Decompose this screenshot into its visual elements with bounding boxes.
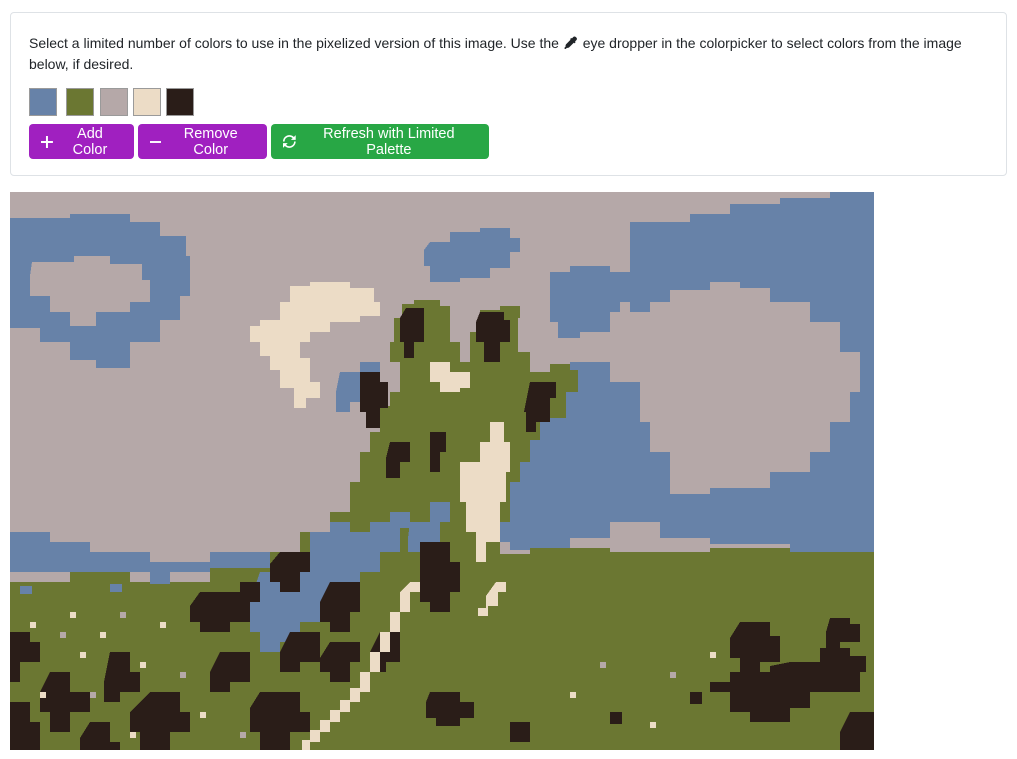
instructions-text-part1: Select a limited number of colors to use… [29, 35, 559, 51]
swatch-dark-brown[interactable] [166, 88, 194, 116]
minus-icon [150, 140, 162, 143]
swatch-slate-blue[interactable] [29, 88, 57, 116]
pixelized-image[interactable] [10, 192, 874, 750]
refresh-palette-button[interactable]: Refresh with Limited Palette [271, 124, 489, 159]
instructions-text: Select a limited number of colors to use… [29, 33, 999, 75]
plus-icon [41, 135, 53, 148]
palette-panel: Select a limited number of colors to use… [10, 12, 1007, 176]
remove-color-label: Remove Color [183, 125, 238, 158]
swatch-cream[interactable] [133, 88, 161, 116]
refresh-icon [283, 135, 296, 148]
remove-color-button[interactable]: Remove Color [138, 124, 267, 159]
refresh-palette-label: Refresh with Limited Palette [323, 125, 455, 158]
swatch-mauve-gray[interactable] [100, 88, 128, 116]
add-color-label: Add Color [72, 125, 108, 158]
eyedropper-icon [564, 36, 577, 49]
giraffe-pixel-art [10, 192, 874, 750]
add-color-button[interactable]: Add Color [29, 124, 134, 159]
swatch-olive-green[interactable] [66, 88, 94, 116]
